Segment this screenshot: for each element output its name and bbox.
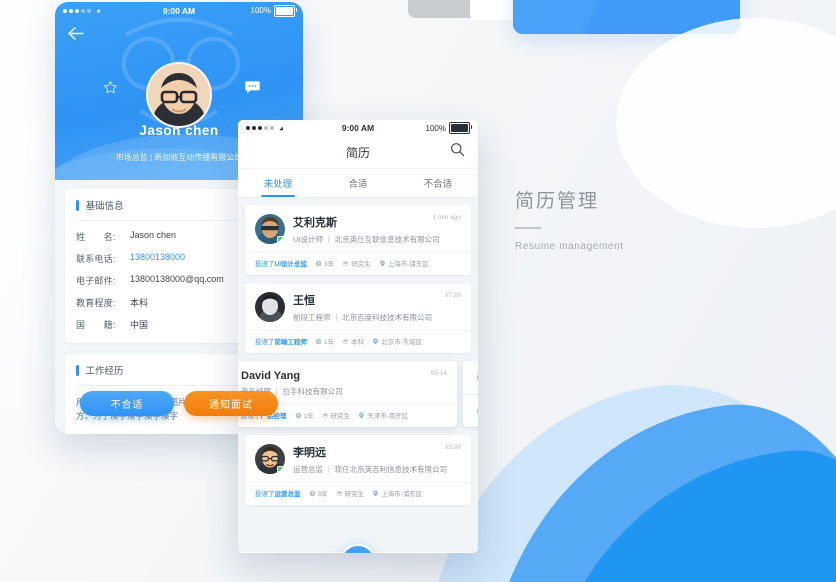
card-timestamp: 07:28 [444,292,461,299]
page-title: 简历 [345,145,370,160]
resume-card-header: 李明远 运营总监 ｜ 现任北京英吉利信息技术有限公司 05:08 [245,435,471,482]
candidate-name: 王恒 [293,295,315,307]
candidate-name: David Yang [241,370,301,382]
meta-education: 研究生 [342,258,371,268]
smiley-face-icon [476,372,478,382]
star-icon [104,81,117,94]
info-key: 电子邮件: [76,276,116,286]
meta-location: 上海市-浦东区 [372,488,422,498]
meta-education: 研究生 [321,410,350,420]
info-key: 国 籍: [76,320,116,330]
profile-hero: ◕ 9:00 AM 100% Jason chen 市场总监 | 新加坡互动传播… [55,2,303,180]
info-value[interactable]: 13800138000 [130,252,185,265]
notify-interview-button[interactable]: 通知面试 [184,391,278,416]
location-pin-icon [373,337,378,345]
phone-right-resume-list: ◕ 9:00 AM 100% 简历 未处理 合适 不合适 艾利克斯 UI设计师 … [238,120,478,553]
candidate-info: 李明远 运营总监 ｜ 现任北京英吉利信息技术有限公司 [293,444,461,475]
resume-card-meta: 投递了UI设计总监 3年 研究生 上海市-浦东区 [245,252,471,275]
avatar-photo [148,64,210,126]
back-button[interactable] [67,26,84,46]
card-timestamp: 05:08 [444,444,461,451]
applied-label: 投递了运营总监 [255,491,301,498]
mark-suitable-button[interactable] [463,361,478,394]
profile-action-bar: 不合适 通知面试 [55,391,303,416]
resume-card[interactable]: 王恒 前段工程师 ｜ 北京百度科技技术有限公司 07:28 投递了前端工程师 1… [245,283,471,353]
avatar-photo [255,292,285,322]
location-pin-icon [373,489,378,497]
info-key: 联系电话: [76,254,116,264]
candidate-subtitle: 前段工程师 ｜ 北京百度科技技术有限公司 [293,313,433,322]
applied-label: 投递了UI设计总监 [255,261,307,268]
graduation-cap-icon [342,260,349,266]
resume-card[interactable]: 艾利克斯 UI设计师 ｜ 北京英仕互联信息技术有限公司 1 min ago 投递… [245,205,471,275]
back-arrow-icon [68,27,84,40]
graduation-cap-icon [335,490,343,496]
screenshot-stage: 简历管理 Resume management ◕ 9:00 AM 100% Ja… [0,0,836,582]
favorite-button[interactable] [103,80,118,100]
info-value: Jason chen [130,230,177,240]
resume-card-header: 王恒 前段工程师 ｜ 北京百度科技技术有限公司 07:28 [245,283,471,330]
info-key: 教育程度: [76,298,116,308]
online-badge [277,236,285,244]
applied-label: 投递了前端工程师 [255,339,307,346]
resume-card-list[interactable]: 艾利克斯 UI设计师 ｜ 北京英仕互联信息技术有限公司 1 min ago 投递… [238,198,478,551]
online-badge [277,466,285,474]
profile-name: Jason chen [139,123,219,138]
candidate-subtitle: UI设计师 ｜ 北京英仕互联信息技术有限公司 [293,235,440,244]
info-value: 中国 [130,320,149,330]
location-pin-icon [359,411,364,419]
search-button[interactable] [450,142,465,162]
profile-role: 市场总监 | 新加坡互动传播有限公司 [115,153,243,162]
left-status-time: 9:00 AM [162,5,196,16]
card-timestamp: 05:14 [430,370,447,377]
graduation-cap-icon [342,338,349,344]
battery-icon [449,122,472,134]
meta-education: 研究生 [335,488,364,498]
candidate-avatar [255,444,285,474]
clock-icon [315,338,322,344]
search-icon [451,143,465,157]
candidate-name: 李明远 [293,447,326,459]
swipe-action-panel [463,361,478,427]
info-value: 本科 [130,298,149,308]
candidate-subtitle: 运营总监 ｜ 现任北京英吉利信息技术有限公司 [293,465,448,474]
meta-experience: 3年 [309,488,328,498]
resume-card-header: 艾利克斯 UI设计师 ｜ 北京英仕互联信息技术有限公司 1 min ago [245,205,471,252]
message-button[interactable] [244,80,261,100]
resume-card[interactable]: 李明远 运营总监 ｜ 现任北京英吉利信息技术有限公司 05:08 投递了运营总监… [245,435,471,505]
left-status-bar: ◕ 9:00 AM 100% [55,2,303,19]
card-timestamp: 1 min ago [432,214,461,221]
candidate-info: 王恒 前段工程师 ｜ 北京百度科技技术有限公司 [293,292,461,323]
info-key: 姓 名: [76,232,116,242]
caption-divider [515,227,541,229]
clock-icon [315,260,322,266]
mark-unsuitable-button[interactable] [463,393,478,428]
caption-title: 简历管理 [515,191,600,212]
meta-location: 上海市-浦东区 [379,258,429,268]
info-value: 13800138000@qq.com [130,274,224,284]
battery-icon [274,4,297,17]
candidate-avatar [255,292,285,322]
meta-experience: 3年 [315,258,334,268]
sad-face-icon [476,406,478,416]
resume-card-meta: 投递了前端工程师 1年 本科 北京市-东城区 [245,330,471,353]
location-pin-icon [379,259,385,267]
graduation-cap-icon [321,412,329,418]
bottom-tab-bar: 推荐 沟通 [238,544,478,553]
clock-icon [309,490,315,496]
meta-experience: 1年 [315,336,334,346]
caption-block: 简历管理 Resume management [515,186,715,252]
meta-education: 本科 [342,336,364,346]
candidate-avatar [255,214,285,244]
tab-suitable[interactable]: 合适 [318,169,398,197]
profile-avatar[interactable] [146,62,212,128]
chat-bubble-icon [245,81,260,94]
meta-location: 天津市-南开区 [358,410,408,420]
meta-location: 北京市-东城区 [372,336,422,346]
reject-button[interactable]: 不合适 [80,391,174,416]
tab-unsuitable[interactable]: 不合适 [398,169,478,197]
resume-card-meta: 投递了运营总监 3年 研究生 上海市-浦东区 [245,482,471,505]
caption-subtitle: Resume management [515,241,624,252]
